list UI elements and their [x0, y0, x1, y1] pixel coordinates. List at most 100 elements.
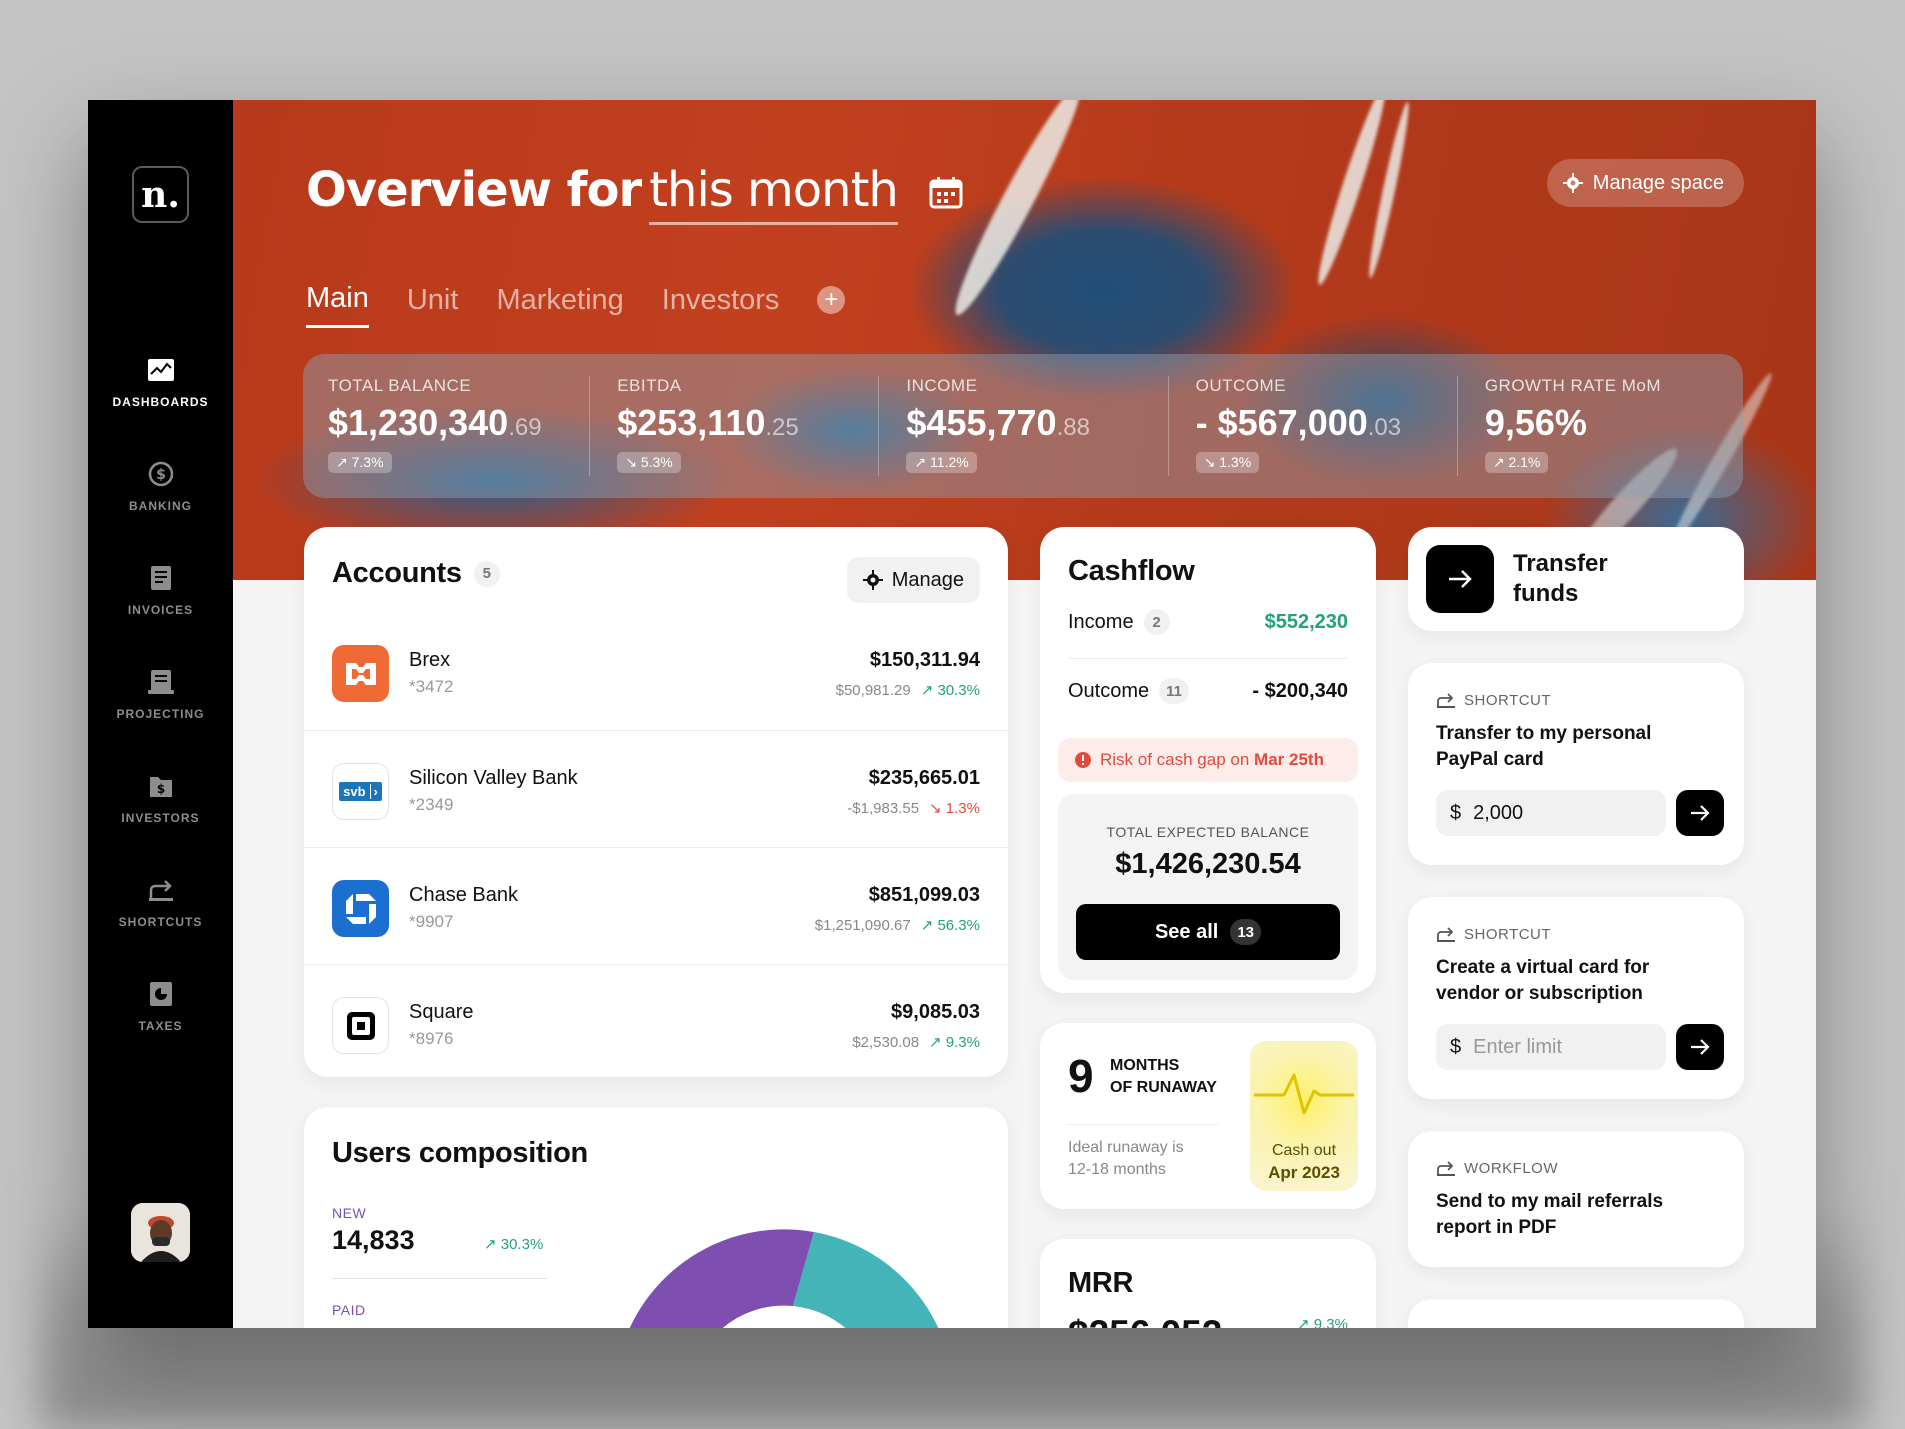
app-window: n. DASHBOARDS $ BANKING INVOICES PROJECT… [88, 100, 1816, 1328]
stat-income: INCOME $455,770.88 ↗ 11.2% [878, 354, 1139, 498]
run-shortcut-button[interactable] [1676, 790, 1724, 836]
run-shortcut-button[interactable] [1676, 1024, 1724, 1070]
expected-balance-value: $1,426,230.54 [1115, 848, 1301, 880]
shortcut-title: Create a virtual card for vendor or subs… [1436, 957, 1650, 1004]
user-avatar[interactable] [131, 1203, 190, 1262]
pulse-icon [1254, 1073, 1354, 1115]
see-all-count-badge: 13 [1230, 919, 1262, 945]
sidebar-item-banking[interactable]: $ BANKING [88, 454, 233, 558]
transfer-label: Transfer funds [1513, 550, 1608, 607]
currency-symbol: $ [1450, 801, 1462, 824]
app-logo[interactable]: n. [132, 166, 189, 223]
risk-text: Risk of cash gap on [1100, 750, 1250, 769]
shortcut-tag: SHORTCUT [1436, 691, 1551, 709]
account-balance: $9,085.03 [891, 1001, 980, 1023]
expected-balance-label: TOTAL EXPECTED BALANCE [1106, 824, 1310, 840]
account-balance: $851,099.03 [868, 884, 980, 906]
sidebar-item-invoices[interactable]: INVOICES [88, 558, 233, 662]
invoices-icon [150, 566, 171, 590]
sidebar-item-label: INVOICES [127, 603, 194, 617]
mrr-title: MRR [1068, 1267, 1134, 1299]
stat-value: $455,770.88 [906, 402, 1090, 443]
account-name: Brex [409, 649, 451, 671]
add-tab-button[interactable]: + [817, 286, 846, 314]
stat-value: $253,110.25 [617, 402, 799, 443]
divider [1068, 1124, 1218, 1125]
new-users-value: 14,833 [332, 1225, 415, 1255]
avatar-portrait-icon [131, 1203, 190, 1262]
income-value: $552,230 [1264, 610, 1348, 633]
ideal-runaway-note: Ideal runaway is 12-18 months [1068, 1139, 1184, 1179]
mrr-card: MRR $256,052 ↗ 9.3% [1040, 1239, 1376, 1328]
arrow-right-icon [1691, 805, 1710, 821]
stats-bar: TOTAL BALANCE $1,230,340.69 ↗ 7.3% EBITD… [303, 354, 1743, 498]
hero-banner: Overview for this month Manage space Main… [233, 100, 1816, 580]
manage-space-button[interactable]: Manage space [1546, 159, 1744, 207]
outcome-value: - $200,340 [1252, 679, 1348, 702]
stat-value: 9,56% [1484, 402, 1587, 443]
sidebar-item-investors[interactable]: $ INVESTORS [88, 766, 233, 870]
transfer-funds-card[interactable]: Transfer funds [1408, 527, 1744, 631]
sidebar-item-shortcuts[interactable]: SHORTCUTS [88, 870, 233, 974]
amount-input[interactable]: $ 2,000 [1436, 790, 1666, 836]
shortcut-card-paypal: SHORTCUT Transfer to my personal PayPal … [1408, 663, 1744, 865]
stat-change-badge: ↘ 5.3% [617, 452, 681, 473]
workflow-title: Send to my mail referrals report in PDF [1436, 1191, 1664, 1238]
period-selector[interactable]: this month [649, 162, 899, 225]
currency-symbol: $ [1450, 1035, 1462, 1058]
see-all-label: See all [1154, 920, 1219, 943]
tab-investors[interactable]: Investors [662, 284, 780, 327]
tab-unit[interactable]: Unit [407, 284, 459, 327]
account-name: Square [409, 1001, 474, 1023]
risk-date: Mar 25th [1254, 750, 1324, 769]
alert-icon [1075, 752, 1091, 768]
see-all-button[interactable]: See all 13 [1076, 904, 1340, 960]
sidebar-item-taxes[interactable]: TAXES [88, 974, 233, 1078]
workflow-card-referrals[interactable]: WORKFLOW Send to my mail referrals repor… [1408, 1131, 1744, 1267]
accounts-count-badge: 5 [473, 560, 500, 587]
stat-change-badge: ↘ 1.3% [1195, 452, 1260, 473]
account-number: *2349 [409, 795, 454, 814]
shortcut-card-partial [1408, 1299, 1744, 1328]
investors-icon: $ [149, 777, 172, 797]
limit-input[interactable]: $ Enter limit [1436, 1024, 1666, 1070]
outcome-label: Outcome [1068, 679, 1150, 702]
runaway-label: MONTHS OF RUNAWAY [1110, 1057, 1217, 1097]
sidebar-item-label: PROJECTING [116, 707, 205, 721]
manage-accounts-button[interactable]: Manage [846, 557, 980, 603]
account-row-svb[interactable]: svb › Silicon Valley Bank *2349 $235,665.… [304, 730, 1008, 847]
account-number: *3472 [409, 677, 454, 696]
stat-label: INCOME [906, 376, 978, 395]
account-row-brex[interactable]: Brex *3472 $150,311.94 $50,981.29 ↗ 30.3% [304, 613, 1008, 730]
sidebar-item-label: DASHBOARDS [112, 395, 209, 409]
sidebar-item-dashboards[interactable]: DASHBOARDS [88, 350, 233, 454]
stat-change-badge: ↗ 2.1% [1484, 452, 1549, 473]
cash-out-date: Apr 2023 [1268, 1163, 1340, 1182]
account-row-chase[interactable]: Chase Bank *9907 $851,099.03 $1,251,090.… [304, 847, 1008, 964]
account-row-square[interactable]: Square *8976 $9,085.03 $2,530.08 ↗ 9.3% [304, 964, 1008, 1077]
calendar-icon[interactable] [928, 175, 964, 211]
stat-outcome: OUTCOME - $567,000.03 ↘ 1.3% [1167, 354, 1429, 498]
stat-label: GROWTH RATE MoM [1484, 376, 1662, 395]
stat-change-badge: ↗ 7.3% [328, 452, 392, 473]
tab-main[interactable]: Main [306, 282, 369, 328]
accounts-card: Accounts 5 Manage Brex *3472 $150,311.94… [304, 527, 1008, 1077]
account-change: $50,981.29 ↗ 30.3% [835, 681, 980, 700]
shortcut-icon [1437, 693, 1455, 708]
cashflow-income-row[interactable]: Income 2 $552,230 [1068, 609, 1348, 635]
gear-icon [862, 570, 883, 590]
stat-label: OUTCOME [1195, 376, 1286, 395]
donut-segment-paid [793, 1232, 939, 1328]
sidebar-item-label: SHORTCUTS [118, 915, 203, 929]
tab-marketing[interactable]: Marketing [496, 284, 623, 327]
brex-logo-icon [332, 645, 389, 702]
cash-out-panel[interactable]: Cash out Apr 2023 [1250, 1041, 1358, 1191]
cash-out-label: Cash out [1271, 1142, 1337, 1159]
workflow-tag: WORKFLOW [1436, 1159, 1558, 1177]
account-balance: $150,311.94 [869, 649, 980, 671]
transfer-button[interactable] [1426, 545, 1494, 613]
cash-gap-warning[interactable]: Risk of cash gap on Mar 25th [1058, 738, 1358, 782]
sidebar-nav: DASHBOARDS $ BANKING INVOICES PROJECTING… [88, 350, 233, 1078]
cashflow-outcome-row[interactable]: Outcome 11 - $200,340 [1068, 678, 1348, 704]
sidebar-item-projecting[interactable]: PROJECTING [88, 662, 233, 766]
